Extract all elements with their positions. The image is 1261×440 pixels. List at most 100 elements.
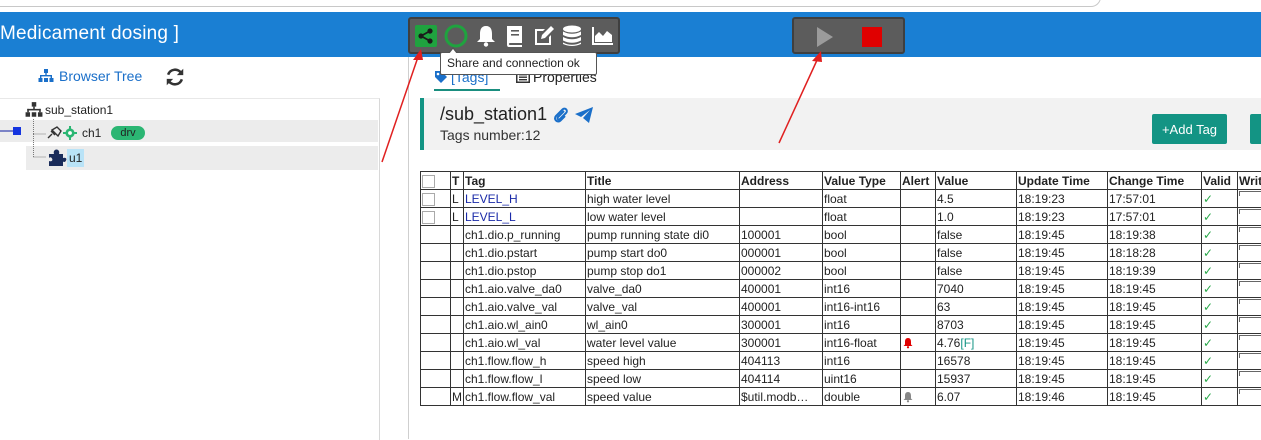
row-tag-cell[interactable]: ch1.aio.valve_val	[464, 298, 586, 316]
row-tag-cell[interactable]: LEVEL_L	[464, 208, 586, 226]
write-input[interactable]	[1239, 209, 1261, 214]
row-tag-cell[interactable]: ch1.aio.valve_da0	[464, 280, 586, 298]
row-select-cell[interactable]	[421, 280, 451, 298]
row-write-cell[interactable]	[1238, 244, 1261, 262]
play-icon[interactable]	[812, 25, 836, 49]
col-header-change-time[interactable]: Change Time	[1108, 172, 1202, 190]
col-header-write[interactable]: Write	[1238, 172, 1261, 190]
write-input[interactable]	[1239, 353, 1261, 358]
row-alert-cell	[901, 262, 936, 280]
row-select-cell[interactable]	[421, 208, 451, 226]
row-select-cell[interactable]	[421, 244, 451, 262]
paperclip-icon[interactable]	[553, 106, 569, 124]
row-tag-cell[interactable]: LEVEL_H	[464, 190, 586, 208]
tree-node-channel[interactable]: ch1 drv	[46, 122, 145, 144]
table-row[interactable]: ch1.aio.valve_da0valve_da0400001int16704…	[421, 280, 1261, 298]
row-write-cell[interactable]	[1238, 316, 1261, 334]
write-input[interactable]	[1239, 299, 1261, 304]
row-type-cell	[451, 316, 464, 334]
row-select-cell[interactable]	[421, 316, 451, 334]
add-tag-button[interactable]: +Add Tag	[1152, 114, 1227, 144]
row-select-cell[interactable]	[421, 352, 451, 370]
tree-node-device[interactable]: u1	[47, 147, 84, 169]
row-write-cell[interactable]	[1238, 388, 1261, 406]
col-header-valid[interactable]: Valid	[1202, 172, 1238, 190]
row-tag-cell[interactable]: ch1.aio.wl_ain0	[464, 316, 586, 334]
row-write-cell[interactable]	[1238, 226, 1261, 244]
table-row[interactable]: ch1.dio.pstartpump start do0000001boolfa…	[421, 244, 1261, 262]
alert-bell-gray-icon	[902, 391, 914, 403]
row-write-cell[interactable]	[1238, 370, 1261, 388]
tree-node-station[interactable]: sub_station1	[25, 99, 113, 121]
row-select-cell[interactable]	[421, 370, 451, 388]
col-header-alert[interactable]: Alert	[901, 172, 936, 190]
col-header-type[interactable]: T	[451, 172, 464, 190]
row-checkbox[interactable]	[422, 211, 435, 224]
write-input[interactable]	[1239, 389, 1261, 394]
row-select-cell[interactable]	[421, 262, 451, 280]
browser-tree-link[interactable]: Browser Tree	[38, 68, 142, 84]
col-header-value[interactable]: Value	[936, 172, 1017, 190]
row-select-cell[interactable]	[421, 334, 451, 352]
sitemap-icon	[38, 69, 54, 83]
row-title-cell: pump stop do1	[586, 262, 740, 280]
book-icon[interactable]	[503, 24, 527, 48]
table-row[interactable]: ch1.dio.pstoppump stop do1000002boolfals…	[421, 262, 1261, 280]
table-row[interactable]: Mch1.flow.flow_valspeed value$util.modb……	[421, 388, 1261, 406]
row-select-cell[interactable]	[421, 226, 451, 244]
row-select-cell[interactable]	[421, 298, 451, 316]
write-input[interactable]	[1239, 371, 1261, 376]
row-write-cell[interactable]	[1238, 280, 1261, 298]
area-chart-icon[interactable]	[590, 24, 614, 48]
write-input[interactable]	[1239, 335, 1261, 340]
col-header-tag[interactable]: Tag	[464, 172, 586, 190]
write-input[interactable]	[1239, 191, 1261, 196]
row-tag-cell[interactable]: ch1.aio.wl_val	[464, 334, 586, 352]
database-icon[interactable]	[560, 24, 584, 48]
row-write-cell[interactable]	[1238, 298, 1261, 316]
col-header-title[interactable]: Title	[586, 172, 740, 190]
col-header-address[interactable]: Address	[740, 172, 823, 190]
table-row[interactable]: ch1.flow.flow_hspeed high404113int161657…	[421, 352, 1261, 370]
row-tag-cell[interactable]: ch1.dio.pstart	[464, 244, 586, 262]
row-update-time-cell: 18:19:45	[1017, 352, 1108, 370]
select-all-checkbox[interactable]	[422, 175, 435, 188]
connection-status-icon[interactable]	[444, 24, 468, 48]
table-row[interactable]: ch1.flow.flow_lspeed low404114uint161593…	[421, 370, 1261, 388]
table-row[interactable]: ch1.aio.wl_valwater level value300001int…	[421, 334, 1261, 352]
share-icon[interactable]	[414, 24, 438, 48]
send-icon[interactable]	[575, 107, 593, 123]
table-header-row: T Tag Title Address Value Type Alert Val…	[421, 172, 1261, 190]
row-tag-cell[interactable]: ch1.flow.flow_l	[464, 370, 586, 388]
row-write-cell[interactable]	[1238, 262, 1261, 280]
table-row[interactable]: ch1.aio.wl_ain0wl_ain0300001int16870318:…	[421, 316, 1261, 334]
table-row[interactable]: LLEVEL_Llow water levelfloat1.018:19:231…	[421, 208, 1261, 226]
row-select-cell[interactable]	[421, 388, 451, 406]
table-row[interactable]: ch1.dio.p_runningpump running state di01…	[421, 226, 1261, 244]
row-write-cell[interactable]	[1238, 334, 1261, 352]
row-write-cell[interactable]	[1238, 352, 1261, 370]
refresh-icon[interactable]	[164, 66, 186, 88]
row-select-cell[interactable]	[421, 190, 451, 208]
col-header-value-type[interactable]: Value Type	[823, 172, 901, 190]
write-input[interactable]	[1239, 263, 1261, 268]
row-tag-cell[interactable]: ch1.dio.p_running	[464, 226, 586, 244]
write-input[interactable]	[1239, 245, 1261, 250]
row-tag-cell[interactable]: ch1.flow.flow_h	[464, 352, 586, 370]
col-header-update-time[interactable]: Update Time	[1017, 172, 1108, 190]
row-write-cell[interactable]	[1238, 190, 1261, 208]
row-tag-cell[interactable]: ch1.dio.pstop	[464, 262, 586, 280]
bell-icon[interactable]	[474, 24, 498, 48]
table-row[interactable]: ch1.aio.valve_valvalve_val400001int16-in…	[421, 298, 1261, 316]
table-row[interactable]: LLEVEL_Hhigh water levelfloat4.518:19:23…	[421, 190, 1261, 208]
extra-action-button[interactable]	[1250, 114, 1261, 144]
stop-icon[interactable]	[860, 25, 884, 49]
col-header-select[interactable]	[421, 172, 451, 190]
row-tag-cell[interactable]: ch1.flow.flow_val	[464, 388, 586, 406]
write-input[interactable]	[1239, 281, 1261, 286]
row-checkbox[interactable]	[422, 193, 435, 206]
write-input[interactable]	[1239, 227, 1261, 232]
write-input[interactable]	[1239, 317, 1261, 322]
edit-icon[interactable]	[532, 24, 556, 48]
row-write-cell[interactable]	[1238, 208, 1261, 226]
